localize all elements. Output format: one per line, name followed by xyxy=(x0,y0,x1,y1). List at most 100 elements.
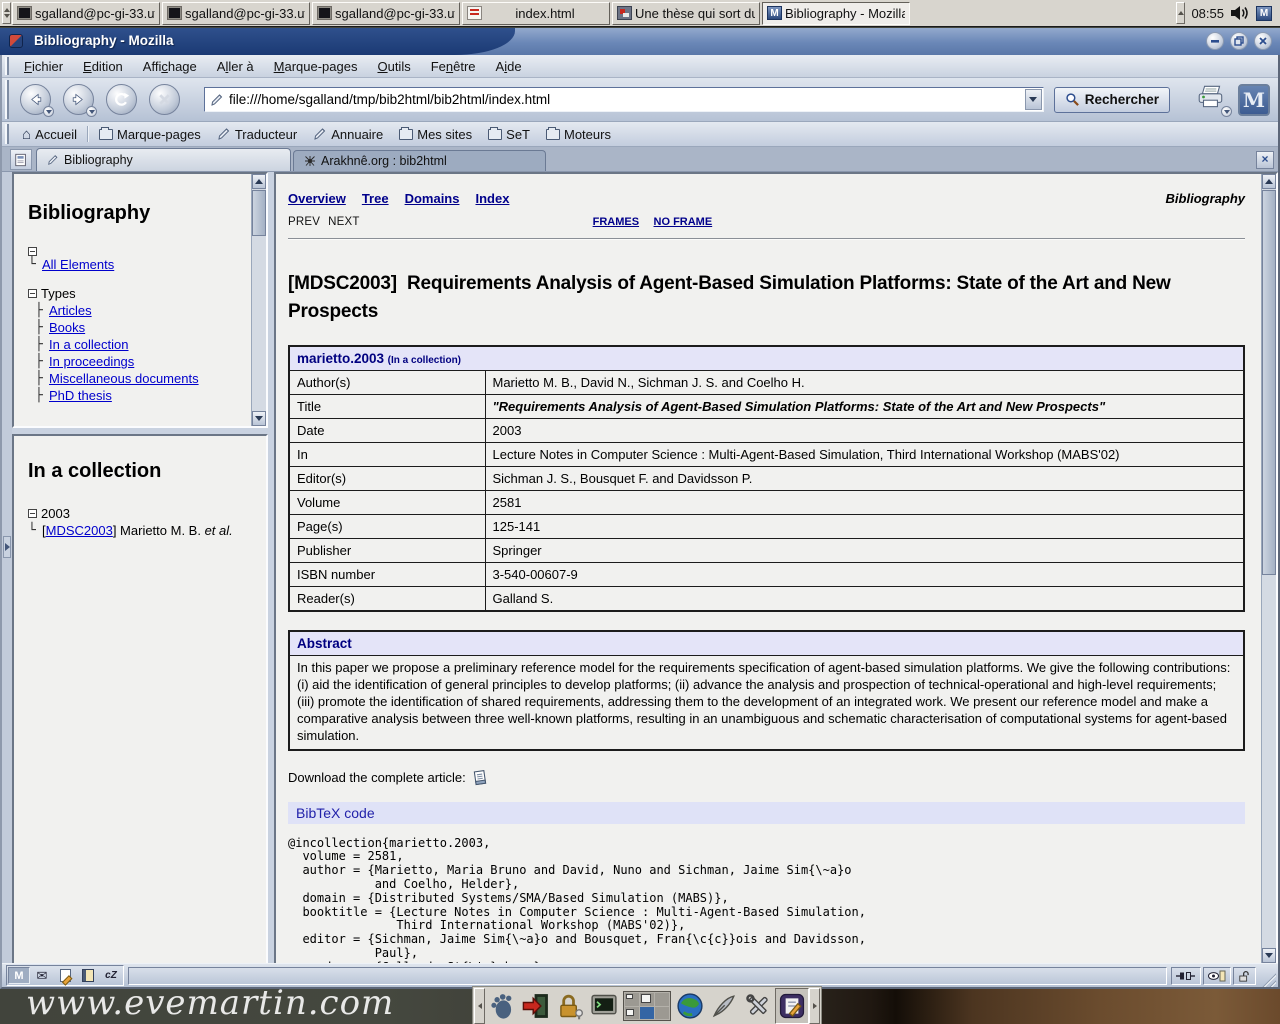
maximize-button[interactable] xyxy=(1230,32,1248,50)
terminal-launcher-button[interactable] xyxy=(587,988,621,1024)
scrollbar-thumb[interactable] xyxy=(1262,190,1276,575)
lock-screen-button[interactable] xyxy=(553,988,587,1024)
tree-year-toggle[interactable]: 2003 xyxy=(28,505,250,522)
search-button[interactable]: Rechercher xyxy=(1054,87,1170,113)
mozilla-tray-icon[interactable]: M xyxy=(1256,6,1272,21)
panel-hide-left[interactable] xyxy=(474,988,485,1024)
menu-aller[interactable]: Aller à xyxy=(207,57,264,76)
taskbar-window-sgalland-pc-gi-33-utbn[interactable]: sgalland@pc-gi-33.utbn xyxy=(12,2,160,25)
panel-hide-right[interactable] xyxy=(809,988,820,1024)
doc-nav-domains[interactable]: Domains xyxy=(405,191,460,206)
notes-app-button[interactable] xyxy=(775,988,809,1024)
tree-root-toggle[interactable] xyxy=(28,247,250,256)
minimize-button[interactable] xyxy=(1206,32,1224,50)
tasklist-scroller[interactable] xyxy=(2,2,11,24)
doc-nav-index[interactable]: Index xyxy=(475,191,509,206)
chatzilla-component-button[interactable]: cZ xyxy=(100,967,122,984)
sidebar-link-miscellaneous-documents[interactable]: Miscellaneous documents xyxy=(49,370,199,387)
gnome-menu-button[interactable] xyxy=(485,988,519,1024)
url-dropdown[interactable] xyxy=(1025,89,1042,110)
tree-group-types[interactable]: Types xyxy=(28,285,250,302)
frames-link[interactable]: FRAMES xyxy=(593,216,639,228)
taskbar-window-index-html[interactable]: index.html xyxy=(462,2,610,25)
back-dropdown[interactable] xyxy=(43,106,54,117)
scroll-down-button[interactable] xyxy=(1262,948,1276,963)
tools-launcher-button[interactable] xyxy=(741,988,775,1024)
close-button[interactable] xyxy=(1254,32,1272,50)
entry-link-mdsc2003[interactable]: MDSC2003 xyxy=(46,523,113,538)
navigator-component-button[interactable]: M xyxy=(8,967,30,984)
form-manager-indicator[interactable] xyxy=(1203,967,1231,985)
personal-bookmark-moteurs[interactable]: Moteurs xyxy=(538,127,619,142)
taskbar-window-sgalland-pc-gi-33-utbn[interactable]: sgalland@pc-gi-33.utbn xyxy=(312,2,460,25)
scroll-down-button[interactable] xyxy=(252,411,266,426)
sidebar-grip[interactable] xyxy=(3,536,11,558)
document-scrollbar[interactable] xyxy=(1261,174,1276,963)
taskbar-window-sgalland-pc-gi-33-utbn[interactable]: sgalland@pc-gi-33.utbn xyxy=(162,2,310,25)
scrollbar-thumb[interactable] xyxy=(252,190,266,236)
security-indicator[interactable] xyxy=(1233,967,1256,985)
browser-launcher-button[interactable] xyxy=(673,988,707,1024)
collapse-icon[interactable] xyxy=(28,289,37,298)
workspace-1[interactable] xyxy=(625,993,639,1006)
personal-bookmark-annuaire[interactable]: Annuaire xyxy=(305,127,391,142)
workspace-2[interactable] xyxy=(640,993,654,1006)
sidebar-link-all-elements[interactable]: All Elements xyxy=(42,256,114,273)
workspace-switcher[interactable] xyxy=(623,991,671,1021)
resize-grip[interactable] xyxy=(1260,971,1276,987)
sidebar-link-in-a-collection[interactable]: In a collection xyxy=(49,336,129,353)
sidebar-link-phd-thesis[interactable]: PhD thesis xyxy=(49,387,112,404)
online-indicator[interactable] xyxy=(1171,967,1201,985)
mozilla-logo[interactable]: M xyxy=(1238,84,1270,116)
doc-nav-tree[interactable]: Tree xyxy=(362,191,389,206)
url-input[interactable] xyxy=(229,92,1024,107)
personal-toolbar-grippy[interactable] xyxy=(3,124,11,144)
sidebar-link-in-proceedings[interactable]: In proceedings xyxy=(49,353,134,370)
scroll-up-button[interactable] xyxy=(252,174,266,189)
forward-dropdown[interactable] xyxy=(86,106,97,117)
taskbar-window-une-th-se-qui-sort-du-lo[interactable]: Une thèse qui sort du lo xyxy=(612,2,760,25)
tray-handle[interactable] xyxy=(1176,2,1185,24)
collapse-icon[interactable] xyxy=(28,247,37,256)
mail-component-button[interactable]: ✉ xyxy=(31,967,53,984)
workspace-5-active[interactable] xyxy=(640,1007,654,1020)
menu-affichage[interactable]: Affichage xyxy=(133,57,207,76)
download-article-icon[interactable] xyxy=(472,769,489,786)
menu-outils[interactable]: Outils xyxy=(367,57,420,76)
menu-aide[interactable]: Aide xyxy=(486,57,532,76)
menu-fen-tre[interactable]: Fenêtre xyxy=(421,57,486,76)
forward-button[interactable] xyxy=(63,84,94,115)
collapse-icon[interactable] xyxy=(28,509,37,518)
menu-marque-pages[interactable]: Marque-pages xyxy=(264,57,368,76)
tab-bibliography[interactable]: Bibliography xyxy=(36,148,291,171)
personal-bookmark-set[interactable]: SeT xyxy=(480,127,538,142)
menu-edition[interactable]: Edition xyxy=(73,57,133,76)
workspace-3[interactable] xyxy=(655,993,669,1006)
doc-nav-overview[interactable]: Overview xyxy=(288,191,346,206)
personal-bookmark-accueil[interactable]: ⌂Accueil xyxy=(14,127,85,142)
window-titlebar[interactable]: Bibliography - Mozilla xyxy=(0,28,1280,55)
logout-button[interactable] xyxy=(519,988,553,1024)
workspace-4[interactable] xyxy=(625,1007,639,1020)
taskbar-window-bibliography-mozilla[interactable]: MBibliography - Mozilla xyxy=(762,2,910,25)
print-button[interactable] xyxy=(1196,84,1226,115)
menu-fichier[interactable]: Fichier xyxy=(14,57,73,76)
personal-bookmark-marque-pages[interactable]: Marque-pages xyxy=(91,127,209,142)
sidebar-scrollbar[interactable] xyxy=(251,174,266,426)
tab-close-button[interactable]: × xyxy=(1256,151,1274,169)
pen-launcher-button[interactable] xyxy=(707,988,741,1024)
scroll-up-button[interactable] xyxy=(1262,174,1276,189)
print-dropdown[interactable] xyxy=(1221,106,1232,117)
reload-button[interactable] xyxy=(106,84,137,115)
sidebar-link-books[interactable]: Books xyxy=(49,319,85,336)
navbar-grippy[interactable] xyxy=(3,80,11,119)
speaker-icon[interactable] xyxy=(1230,5,1250,21)
composer-component-button[interactable] xyxy=(54,967,76,984)
stop-button[interactable] xyxy=(149,84,180,115)
noframe-link[interactable]: NO FRAME xyxy=(654,216,713,228)
back-button[interactable] xyxy=(20,84,51,115)
tab-list-button[interactable] xyxy=(10,149,32,170)
menubar-grippy[interactable] xyxy=(3,57,11,75)
tab-arakhne[interactable]: Arakhnê.org : bib2html xyxy=(293,150,546,171)
personal-bookmark-mes-sites[interactable]: Mes sites xyxy=(391,127,480,142)
